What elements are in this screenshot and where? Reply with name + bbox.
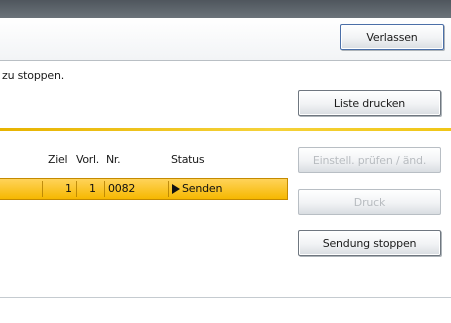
- cell-separator: [104, 181, 105, 197]
- stop-transmission-button[interactable]: Sendung stoppen: [298, 230, 441, 256]
- column-header-vorl: Vorl.: [76, 153, 99, 166]
- print-list-button[interactable]: Liste drucken: [298, 90, 441, 116]
- print-button[interactable]: Druck: [298, 189, 441, 215]
- cell-vorl: 1: [89, 182, 96, 195]
- top-bar: [0, 0, 451, 18]
- cell-ziel: 1: [65, 182, 72, 195]
- divider-line: [0, 128, 451, 131]
- play-icon: [172, 183, 180, 194]
- screen: Verlassen zu stoppen. Liste drucken Ziel…: [0, 0, 451, 323]
- exit-button[interactable]: Verlassen: [340, 24, 444, 50]
- bottom-divider: [0, 297, 451, 298]
- check-change-settings-button[interactable]: Einstell. prüfen / änd.: [298, 147, 441, 173]
- column-header-ziel: Ziel: [48, 153, 68, 166]
- cell-separator: [168, 181, 169, 197]
- instruction-text: zu stoppen.: [2, 69, 65, 82]
- cell-separator: [42, 181, 43, 197]
- column-header-status: Status: [171, 153, 205, 166]
- cell-separator: [76, 181, 77, 197]
- table-row[interactable]: 1 1 0082 Senden: [0, 178, 288, 200]
- cell-status: Senden: [172, 182, 222, 195]
- column-header-nr: Nr.: [106, 153, 121, 166]
- status-text: Senden: [182, 182, 223, 195]
- cell-nr: 0082: [108, 182, 136, 195]
